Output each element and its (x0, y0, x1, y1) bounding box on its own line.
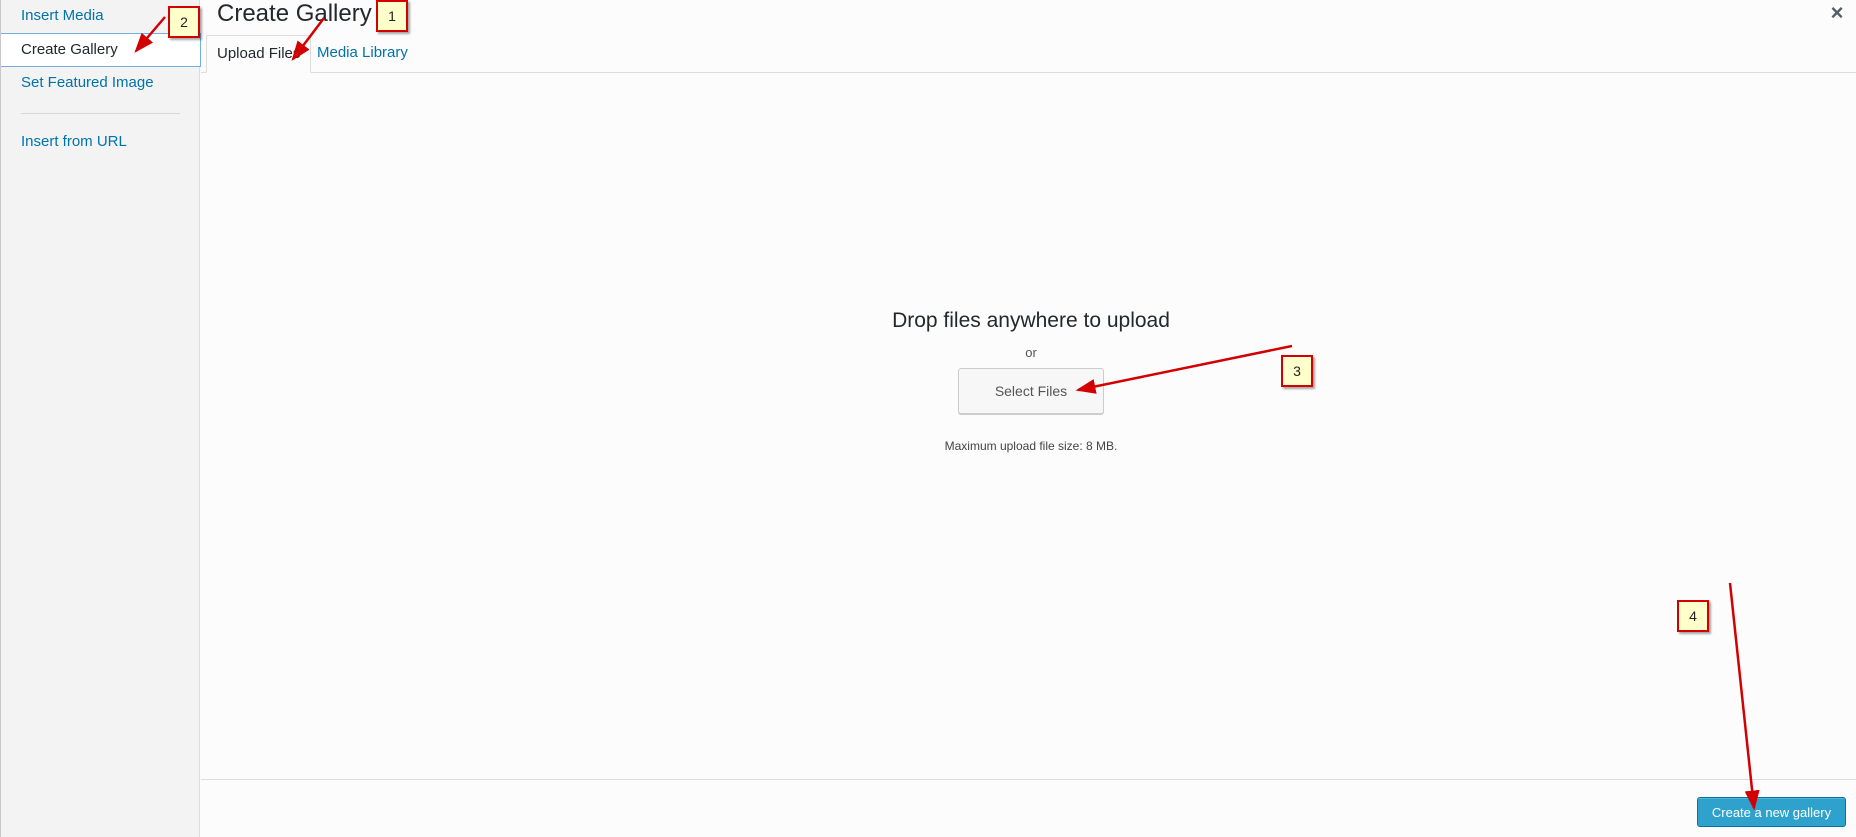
frame-title: Create Gallery (217, 0, 372, 27)
tab-upload-files[interactable]: Upload Files (206, 35, 312, 73)
router-tabs: Upload Files Media Library (201, 35, 1856, 73)
callout-2: 2 (168, 6, 200, 38)
media-menu-sidebar: Insert Media Create Gallery Set Featured… (0, 0, 201, 837)
menu-item-set-featured-image[interactable]: Set Featured Image (1, 67, 201, 101)
menu-item-create-gallery[interactable]: Create Gallery (1, 33, 201, 67)
select-files-button[interactable]: Select Files (958, 368, 1104, 414)
menu-separator (21, 113, 180, 114)
drop-files-heading: Drop files anywhere to upload (892, 309, 1170, 332)
callout-1: 1 (376, 0, 408, 32)
callout-4: 4 (1677, 600, 1709, 632)
close-icon[interactable]: × (1826, 2, 1848, 24)
annotation-arrows (134, 16, 1760, 811)
create-gallery-button[interactable]: Create a new gallery (1697, 797, 1846, 827)
max-upload-size-text: Maximum upload file size: 8 MB. (944, 439, 1118, 453)
callout-3: 3 (1281, 355, 1313, 387)
or-label: or (1025, 345, 1037, 360)
tab-media-library[interactable]: Media Library (307, 35, 418, 73)
menu-item-insert-from-url[interactable]: Insert from URL (1, 126, 201, 160)
media-toolbar: Create a new gallery (201, 779, 1856, 837)
arrow-4 (1728, 582, 1760, 811)
